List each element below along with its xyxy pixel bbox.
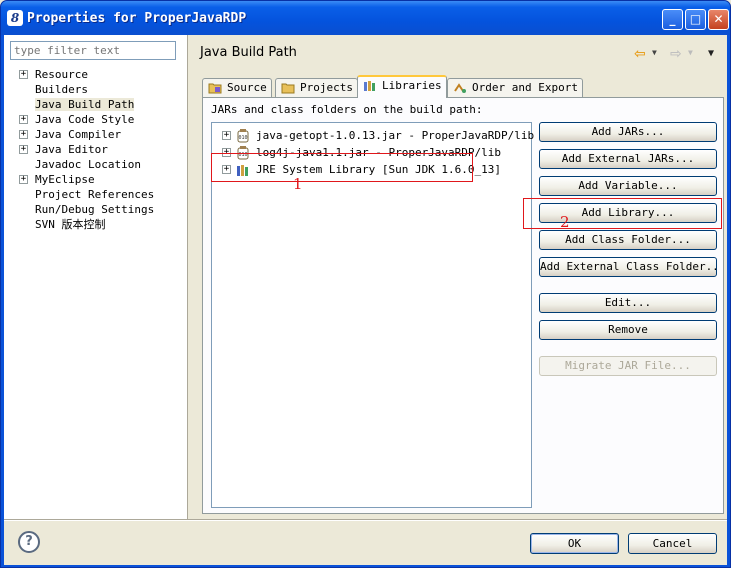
back-arrow-icon[interactable]: ⇦ xyxy=(634,46,646,62)
migrate-jar-button: Migrate JAR File... xyxy=(539,356,717,376)
edit-button[interactable]: Edit... xyxy=(539,293,717,313)
page-title: Java Build Path xyxy=(200,45,297,60)
libraries-icon xyxy=(364,81,375,91)
tree-item-run-debug-settings[interactable]: Run/Debug Settings xyxy=(4,202,188,217)
separator xyxy=(4,519,727,521)
help-button[interactable]: ? xyxy=(18,531,40,553)
minimize-button[interactable]: _ xyxy=(662,9,683,30)
add-external-class-folder-button[interactable]: Add External Class Folder... xyxy=(539,257,717,277)
build-path-caption: JARs and class folders on the build path… xyxy=(211,103,483,116)
tree-item-javadoc-location[interactable]: Javadoc Location xyxy=(4,157,188,172)
window-title: Properties for ProperJavaRDP xyxy=(27,11,247,26)
filter-input[interactable] xyxy=(10,41,176,60)
history-nav: ⇦ ▼ ⇨ ▼ ▼ xyxy=(634,45,719,62)
tab-libraries[interactable]: Libraries xyxy=(357,75,447,98)
forward-arrow-icon: ⇨ xyxy=(670,46,682,62)
remove-button[interactable]: Remove xyxy=(539,320,717,340)
expand-icon[interactable]: + xyxy=(222,131,231,140)
tree-item-myeclipse[interactable]: + MyEclipse xyxy=(4,172,188,187)
dialog-client-area: +Resource Builders Java Build Path +Java… xyxy=(4,35,727,565)
expand-icon[interactable]: + xyxy=(19,70,28,79)
order-export-icon xyxy=(454,83,466,93)
tree-item-java-build-path[interactable]: Java Build Path xyxy=(4,97,188,112)
svg-text:010: 010 xyxy=(238,135,247,141)
jar-icon: 010 xyxy=(237,129,249,143)
tree-item-java-editor[interactable]: + Java Editor xyxy=(4,142,188,157)
add-jars-button[interactable]: Add JARs... xyxy=(539,122,717,142)
title-bar[interactable]: 8 Properties for ProperJavaRDP _ □ ✕ xyxy=(1,1,730,35)
annotation-box-jre xyxy=(211,153,473,182)
expand-icon[interactable]: + xyxy=(19,130,28,139)
maximize-button[interactable]: □ xyxy=(685,9,706,30)
chevron-down-icon[interactable]: ▼ xyxy=(652,48,657,57)
tree-item-resource[interactable]: + Resource xyxy=(4,67,188,82)
tree-item-java-code-style[interactable]: + Java Code Style xyxy=(4,112,188,127)
add-class-folder-button[interactable]: Add Class Folder... xyxy=(539,230,717,250)
tab-projects[interactable]: Projects xyxy=(275,78,358,98)
expand-icon[interactable]: + xyxy=(19,115,28,124)
ok-button[interactable]: OK xyxy=(530,533,619,554)
preference-nav-pane: +Resource Builders Java Build Path +Java… xyxy=(4,35,188,519)
annotation-box-add-library xyxy=(523,198,722,229)
tab-source[interactable]: Source xyxy=(202,78,272,98)
annotation-number-2: 2 xyxy=(560,213,570,231)
view-menu-icon[interactable]: ▼ xyxy=(708,48,714,59)
add-variable-button[interactable]: Add Variable... xyxy=(539,176,717,196)
close-button[interactable]: ✕ xyxy=(708,9,729,30)
cancel-button[interactable]: Cancel xyxy=(628,533,717,554)
source-folder-icon xyxy=(208,83,222,94)
tree-item-svn[interactable]: SVN 版本控制 xyxy=(4,217,188,232)
projects-folder-icon xyxy=(281,83,295,94)
tree-item-java-compiler[interactable]: + Java Compiler xyxy=(4,127,188,142)
tree-item-project-references[interactable]: Project References xyxy=(4,187,188,202)
tree-item-builders[interactable]: Builders xyxy=(4,82,188,97)
expand-icon[interactable]: + xyxy=(19,175,28,184)
annotation-number-1: 1 xyxy=(293,175,303,193)
add-external-jars-button[interactable]: Add External JARs... xyxy=(539,149,717,169)
tab-order-export[interactable]: Order and Export xyxy=(447,78,583,98)
library-item[interactable]: + 010 java-getopt-1.0.13.jar - ProperJav… xyxy=(222,128,534,144)
eclipse-icon: 8 xyxy=(7,10,23,26)
properties-window: 8 Properties for ProperJavaRDP _ □ ✕ +Re… xyxy=(0,0,731,568)
chevron-down-icon: ▼ xyxy=(688,48,693,57)
preference-tree: + Resource Builders Java Build Path + Java… xyxy=(4,67,188,232)
expand-icon[interactable]: + xyxy=(19,145,28,154)
